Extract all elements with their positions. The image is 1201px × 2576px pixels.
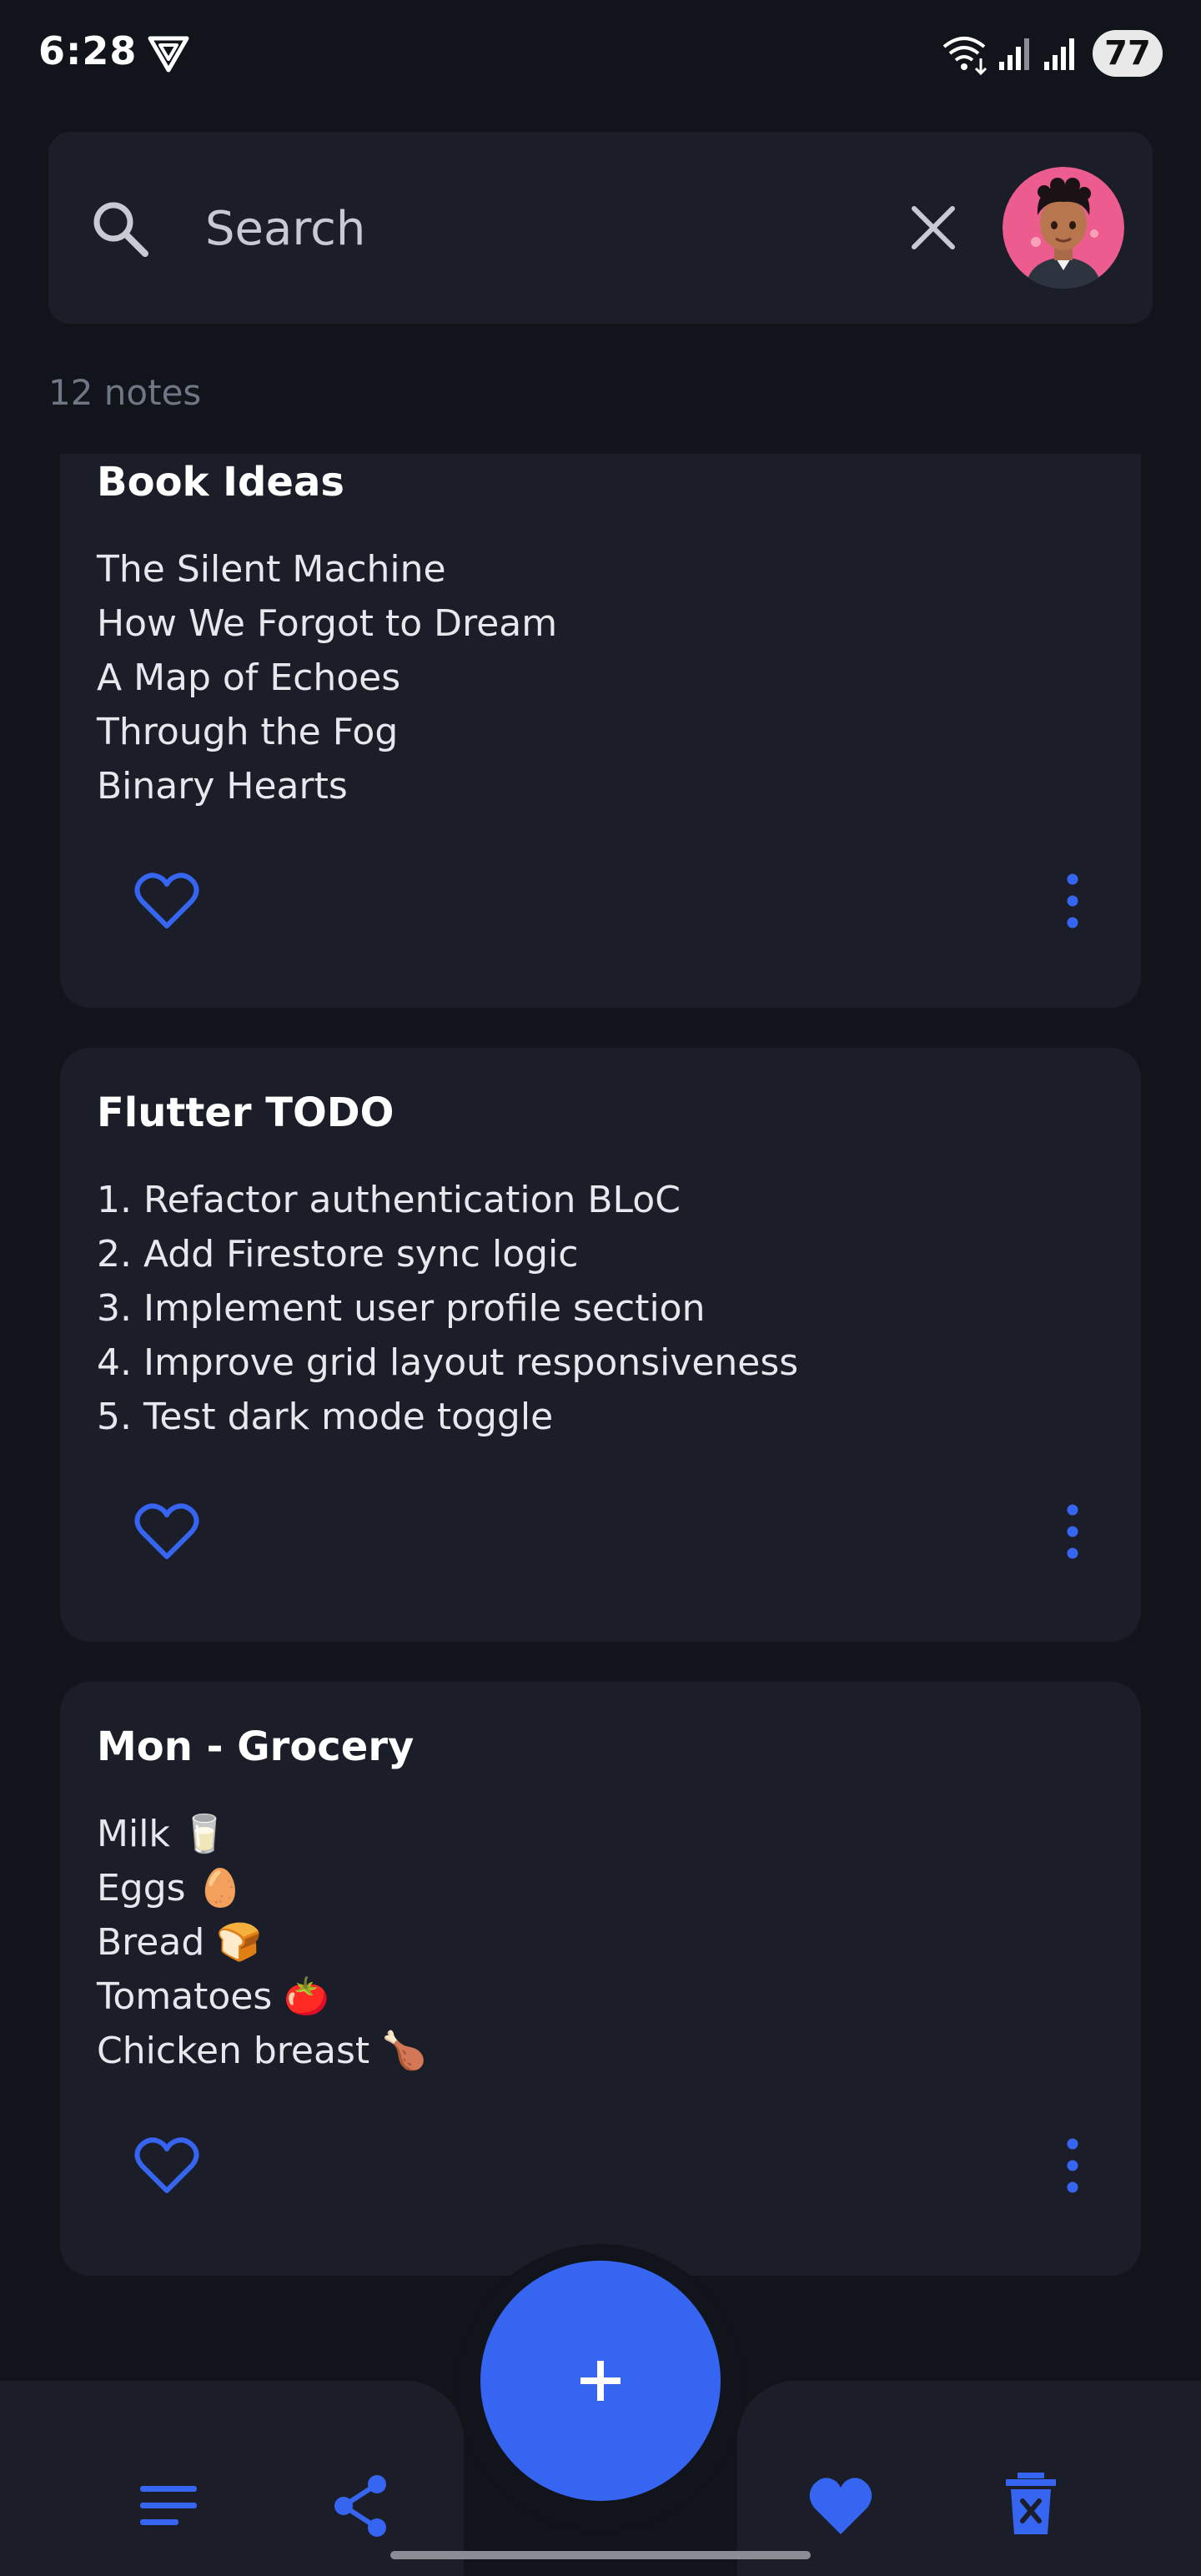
note-line: 5. Test dark mode toggle <box>97 1396 554 1438</box>
more-options-icon[interactable] <box>1058 2132 1088 2199</box>
close-icon[interactable] <box>904 199 962 257</box>
notes-count: 12 notes <box>48 372 202 413</box>
note-line: Eggs 🥚 <box>97 1867 244 1909</box>
heart-outline-icon[interactable] <box>133 2136 200 2196</box>
note-line: 3. Implement user profile section <box>97 1287 706 1330</box>
note-line: Milk 🥛 <box>97 1813 228 1855</box>
vpn-icon <box>148 36 189 73</box>
note-line: How We Forgot to Dream <box>97 602 558 645</box>
home-indicator[interactable] <box>390 2551 811 2559</box>
share-icon[interactable] <box>327 2473 394 2539</box>
heart-filled-icon[interactable] <box>807 2473 874 2539</box>
note-line: Binary Hearts <box>97 765 348 808</box>
signal-icon <box>1044 38 1074 70</box>
note-line: Tomatoes 🍅 <box>97 1975 330 2018</box>
note-line: Chicken breast 🍗 <box>97 2030 427 2072</box>
note-line: The Silent Machine <box>97 548 446 591</box>
note-line: A Map of Echoes <box>97 657 401 699</box>
more-options-icon[interactable] <box>1058 1498 1088 1565</box>
battery-indicator: 77 <box>1093 30 1163 77</box>
note-title: Book Ideas <box>97 459 344 506</box>
bottom-nav-left <box>0 2381 464 2576</box>
status-bar: 6:28 77 <box>0 0 1201 108</box>
note-card[interactable]: Flutter TODO 1. Refactor authentication … <box>60 1048 1141 1642</box>
search-bar <box>48 132 1153 324</box>
note-title: Flutter TODO <box>97 1089 394 1136</box>
signal-icon <box>999 38 1029 70</box>
note-card[interactable]: Mon - Grocery Milk 🥛 Eggs 🥚 Bread 🍞 Toma… <box>60 1682 1141 2276</box>
more-options-icon[interactable] <box>1058 868 1088 934</box>
notes-list-icon[interactable] <box>135 2473 202 2539</box>
delete-icon[interactable] <box>997 2469 1064 2536</box>
heart-outline-icon[interactable] <box>133 871 200 931</box>
note-line: 1. Refactor authentication BLoC <box>97 1179 681 1221</box>
add-icon <box>580 2361 621 2401</box>
search-icon[interactable] <box>88 197 152 260</box>
status-time: 6:28 <box>38 28 138 73</box>
search-input[interactable] <box>204 190 891 267</box>
note-line: 2. Add Firestore sync logic <box>97 1233 579 1275</box>
note-body: 1. Refactor authentication BLoC 2. Add F… <box>97 1173 798 1444</box>
note-line: Through the Fog <box>97 711 399 753</box>
note-line: 4. Improve grid layout responsiveness <box>97 1341 799 1384</box>
note-body: The Silent Machine How We Forgot to Drea… <box>97 542 557 813</box>
note-title: Mon - Grocery <box>97 1723 415 1770</box>
heart-outline-icon[interactable] <box>133 1502 200 1562</box>
avatar[interactable] <box>1003 167 1124 289</box>
add-note-button[interactable] <box>480 2261 721 2501</box>
note-card[interactable]: Book Ideas The Silent Machine How We For… <box>60 454 1141 1008</box>
wifi-icon <box>942 37 987 75</box>
note-line: Bread 🍞 <box>97 1921 263 1964</box>
note-body: Milk 🥛 Eggs 🥚 Bread 🍞 Tomatoes 🍅 Chicken… <box>97 1807 427 2078</box>
